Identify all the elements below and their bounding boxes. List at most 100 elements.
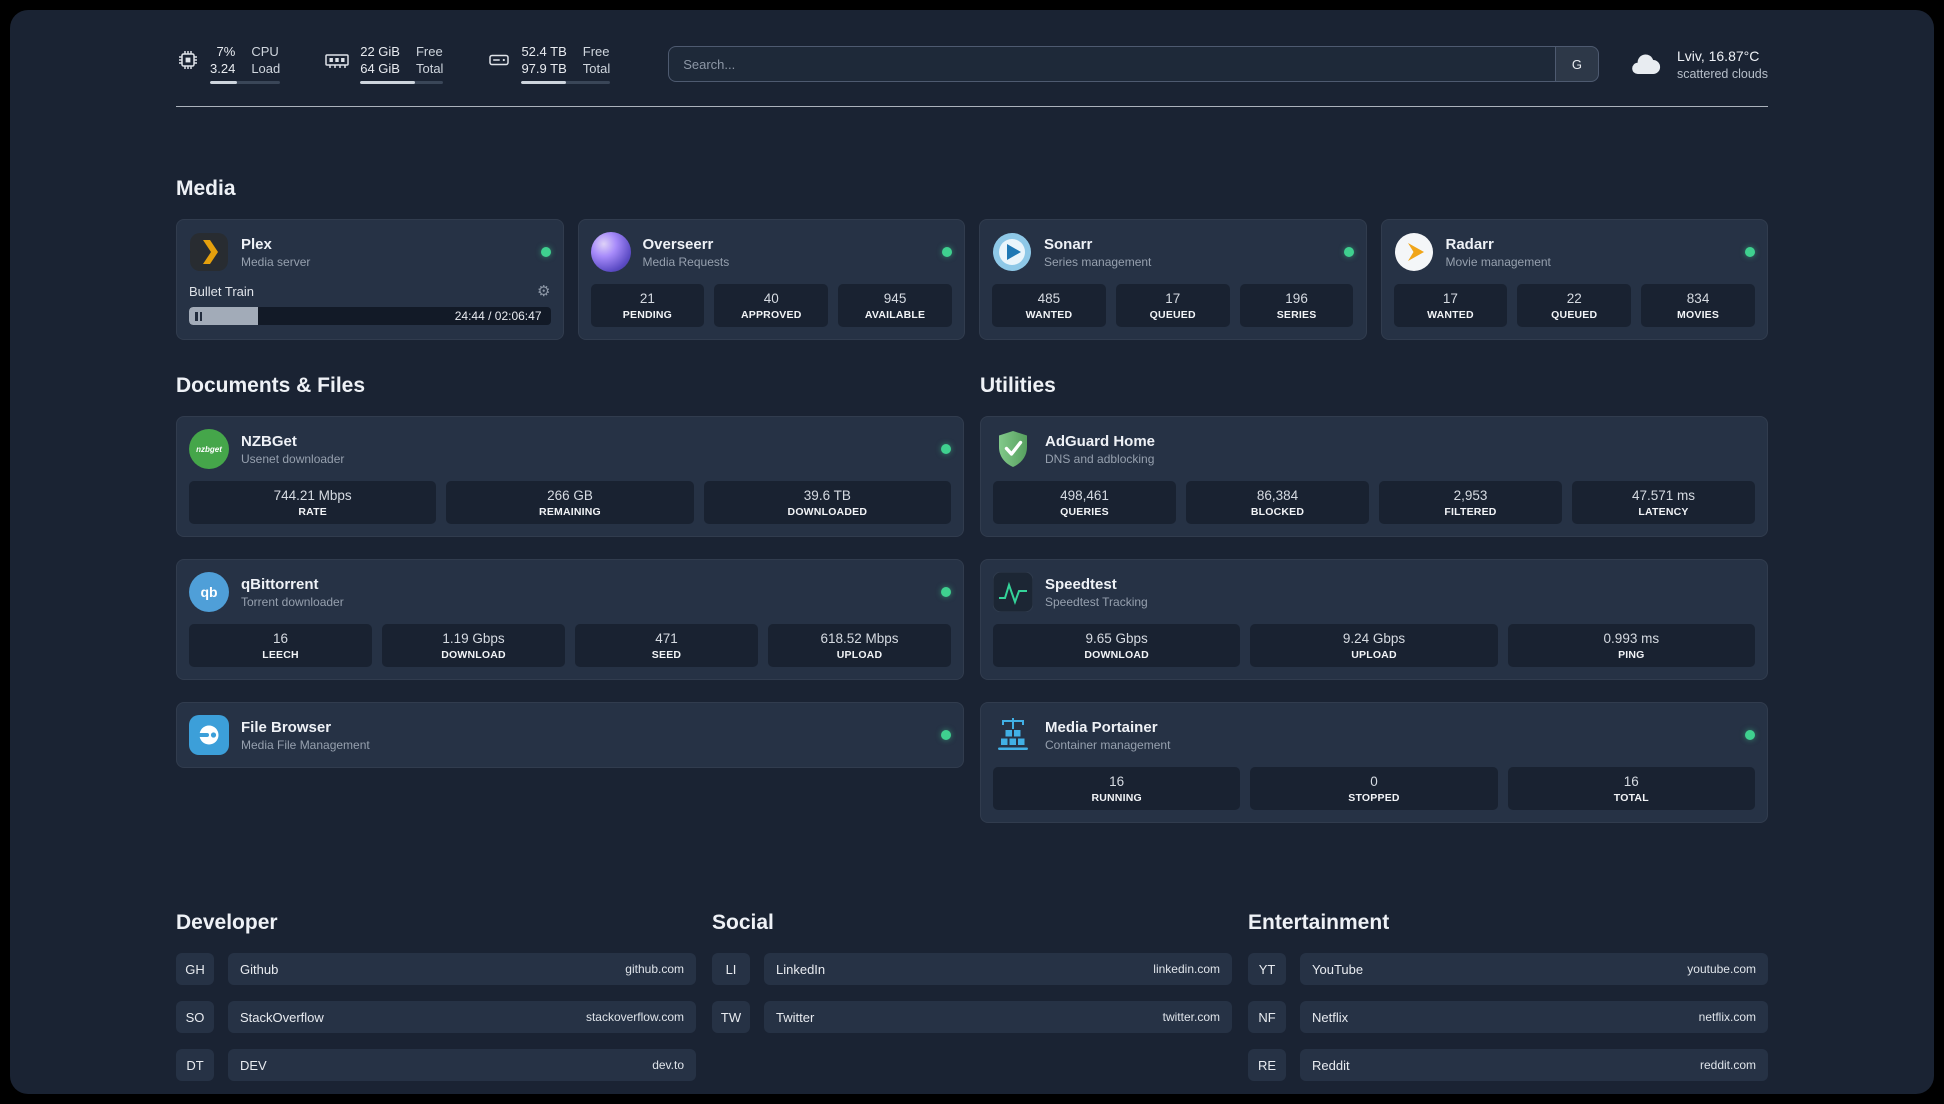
radarr-card[interactable]: Radarr Movie management 17 WANTED 22 QUEUE… xyxy=(1380,219,1768,340)
stat-value: 16 xyxy=(1623,774,1639,789)
bookmark-twitter[interactable]: TW Twitter twitter.com xyxy=(712,1001,1232,1033)
overseerr-card[interactable]: Overseerr Media Requests 21 PENDING 40 APP… xyxy=(577,219,965,340)
stat-value: 0 xyxy=(1370,774,1378,789)
stat-tile: 834 MOVIES xyxy=(1641,284,1755,327)
qbittorrent-card[interactable]: qb qBittorrent Torrent downloader 16 LEEC… xyxy=(176,559,964,680)
stat-tile: 16 RUNNING xyxy=(993,767,1241,810)
stat-label: WANTED xyxy=(1025,309,1073,321)
filebrowser-card[interactable]: File Browser Media File Management xyxy=(176,702,964,768)
status-dot xyxy=(941,730,951,740)
adguard-card[interactable]: AdGuard Home DNS and adblocking 498,461 Q… xyxy=(980,416,1768,537)
sonarr-icon xyxy=(992,232,1032,272)
stat-value: 0.993 ms xyxy=(1603,631,1660,646)
topbar: 7% CPU 3.24 Load 22 GiB Free 64 GiB Tota… xyxy=(176,44,1768,84)
stat-tile: 2,953 FILTERED xyxy=(1379,481,1562,524)
status-dot xyxy=(540,247,551,257)
bookmark-link[interactable]: Netflix netflix.com xyxy=(1300,1001,1768,1033)
bookmark-domain: twitter.com xyxy=(1162,1010,1220,1024)
stat-label: UPLOAD xyxy=(836,649,883,661)
bookmark-abbr[interactable]: GH xyxy=(176,953,214,985)
speedtest-icon xyxy=(993,572,1033,612)
bookmark-link[interactable]: Twitter twitter.com xyxy=(764,1001,1232,1033)
bookmark-link[interactable]: YouTube youtube.com xyxy=(1300,953,1768,985)
bookmark-link[interactable]: LinkedIn linkedin.com xyxy=(764,953,1232,985)
developer-bookmarks: Developer GH Github github.com SO StackOv… xyxy=(176,911,696,1094)
app-subtitle: DNS and adblocking xyxy=(1045,451,1155,466)
plex-card[interactable]: Plex Media server Bullet Train ⚙ 24:44 /… xyxy=(176,219,564,340)
stat-value: 618.52 Mbps xyxy=(820,631,899,646)
stat-label: DOWNLOAD xyxy=(441,649,506,661)
app-name: Overseerr xyxy=(642,235,714,253)
gear-icon[interactable]: ⚙ xyxy=(537,284,550,299)
stat-label: DOWNLOAD xyxy=(1084,649,1149,661)
app-subtitle: Container management xyxy=(1045,737,1171,752)
utilities-section-title: Utilities xyxy=(980,374,1056,397)
bookmark-link[interactable]: StackOverflow stackoverflow.com xyxy=(228,1001,696,1033)
bookmark-abbr[interactable]: TW xyxy=(712,1001,750,1033)
stat-value: 485 xyxy=(1037,291,1061,306)
bookmark-domain: stackoverflow.com xyxy=(585,1010,684,1024)
search-provider-button[interactable]: G xyxy=(1554,46,1599,82)
bookmark-link[interactable]: Reddit reddit.com xyxy=(1300,1049,1768,1081)
disk-icon xyxy=(487,44,511,72)
nzbget-icon: nzbget xyxy=(189,429,229,469)
bookmark-linkedin[interactable]: LI LinkedIn linkedin.com xyxy=(712,953,1232,985)
cpu-progress-bar xyxy=(210,81,281,84)
stat-tile: 39.6 TB DOWNLOADED xyxy=(703,481,951,524)
bookmark-abbr[interactable]: SO xyxy=(176,1001,214,1033)
bookmark-abbr[interactable]: RE xyxy=(1248,1049,1286,1081)
playback-time: 24:44 / 02:06:47 xyxy=(454,309,542,323)
sonarr-card[interactable]: Sonarr Series management 485 WANTED 17 QUE… xyxy=(979,219,1367,340)
status-dot xyxy=(941,444,951,454)
pause-icon[interactable] xyxy=(195,311,202,321)
bookmark-link[interactable]: Github github.com xyxy=(228,953,696,985)
stat-tile: 471 SEED xyxy=(575,624,758,667)
stat-value: 21 xyxy=(639,291,655,306)
radarr-icon xyxy=(1394,232,1434,272)
cpu-load-value: 3.24 xyxy=(210,61,236,76)
topbar-divider xyxy=(176,106,1768,107)
playback-progress-bar[interactable]: 24:44 / 02:06:47 xyxy=(189,307,551,325)
stat-label: PING xyxy=(1618,649,1645,661)
stat-tile: 945 AVAILABLE xyxy=(838,284,952,327)
bookmark-link[interactable]: DEV dev.to xyxy=(228,1049,696,1081)
cpu-load-label: Load xyxy=(251,61,281,76)
app-name: Radarr xyxy=(1445,235,1494,253)
portainer-card[interactable]: Media Portainer Container management 16 R… xyxy=(980,702,1768,823)
stat-value: 16 xyxy=(272,631,289,646)
stat-tile: 86,384 BLOCKED xyxy=(1186,481,1369,524)
bookmark-abbr[interactable]: YT xyxy=(1248,953,1286,985)
bookmark-reddit[interactable]: RE Reddit reddit.com xyxy=(1248,1049,1768,1081)
bookmark-abbr[interactable]: DT xyxy=(176,1049,214,1081)
stat-tile: 0 STOPPED xyxy=(1250,767,1498,810)
bookmark-youtube[interactable]: YT YouTube youtube.com xyxy=(1248,953,1768,985)
stat-value: 945 xyxy=(883,291,907,306)
qbittorrent-icon: qb xyxy=(189,572,229,612)
disk-widget: 52.4 TB Free 97.9 TB Total xyxy=(487,44,611,84)
status-dot xyxy=(941,587,951,597)
stat-value: 9.24 Gbps xyxy=(1342,631,1406,646)
stat-label: LATENCY xyxy=(1638,506,1689,518)
bookmark-name: Twitter xyxy=(776,1009,815,1025)
stat-label: MOVIES xyxy=(1677,309,1720,321)
stat-value: 47.571 ms xyxy=(1631,488,1696,503)
bookmark-abbr[interactable]: NF xyxy=(1248,1001,1286,1033)
bookmark-github[interactable]: GH Github github.com xyxy=(176,953,696,985)
bookmark-netflix[interactable]: NF Netflix netflix.com xyxy=(1248,1001,1768,1033)
stat-value: 17 xyxy=(1165,291,1181,306)
nzbget-card[interactable]: nzbget NZBGet Usenet downloader 744.21 M… xyxy=(176,416,964,537)
bookmark-stackoverflow[interactable]: SO StackOverflow stackoverflow.com xyxy=(176,1001,696,1033)
app-name: Speedtest xyxy=(1045,575,1117,593)
app-subtitle: Media server xyxy=(241,254,311,269)
stat-tile: 16 LEECH xyxy=(189,624,372,667)
memory-progress-bar xyxy=(360,81,444,84)
app-subtitle: Usenet downloader xyxy=(241,451,345,466)
portainer-icon xyxy=(993,715,1033,755)
bookmark-abbr[interactable]: LI xyxy=(712,953,750,985)
status-dot xyxy=(1745,247,1755,257)
search-input[interactable] xyxy=(668,46,1555,82)
disk-free-value: 52.4 TB xyxy=(521,44,567,59)
app-name: NZBGet xyxy=(241,432,297,450)
speedtest-card[interactable]: Speedtest Speedtest Tracking 9.65 Gbps DO… xyxy=(980,559,1768,680)
bookmark-dev[interactable]: DT DEV dev.to xyxy=(176,1049,696,1081)
